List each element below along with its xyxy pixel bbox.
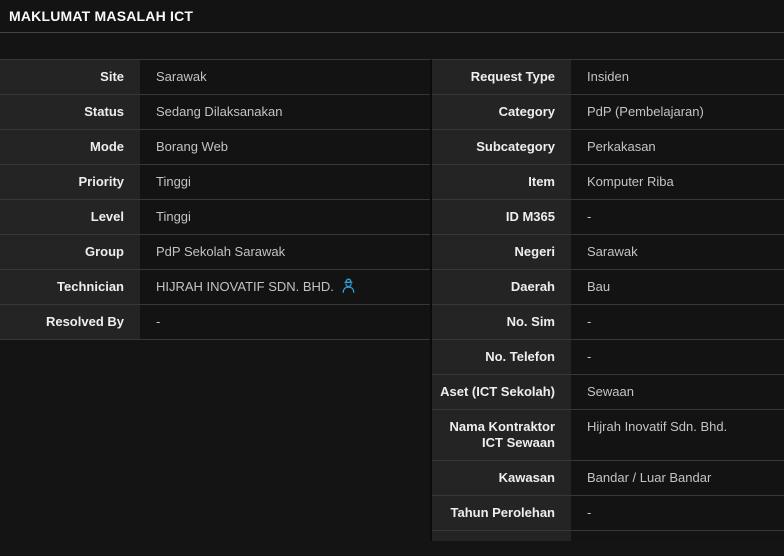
partial-row (432, 531, 784, 541)
field-value: Sarawak (156, 69, 207, 85)
field-label: Level (0, 200, 140, 234)
field-value: HIJRAH INOVATIF SDN. BHD. (156, 279, 334, 295)
table-row: Nama Kontraktor ICT Sewaan Hijrah Inovat… (432, 410, 784, 461)
field-label: Nama Kontraktor ICT Sewaan (432, 410, 571, 460)
field-label: Status (0, 95, 140, 129)
field-label: Daerah (432, 270, 571, 304)
field-value-cell: - (571, 200, 784, 234)
field-value-cell: Perkakasan (571, 130, 784, 164)
field-label: No. Sim (432, 305, 571, 339)
table-row: Group PdP Sekolah Sarawak (0, 235, 430, 270)
field-value-cell: Bau (571, 270, 784, 304)
table-row: Resolved By - (0, 305, 430, 340)
field-value-cell: Sarawak (571, 235, 784, 269)
field-value-cell: - (571, 340, 784, 374)
field-value: - (156, 314, 160, 330)
field-value: Insiden (587, 69, 629, 85)
details-table-right: Request Type Insiden Category PdP (Pembe… (430, 59, 784, 541)
field-value: - (587, 209, 591, 225)
partial-label-cell (432, 531, 571, 541)
table-row: Aset (ICT Sekolah) Sewaan (432, 375, 784, 410)
table-row: Level Tinggi (0, 200, 430, 235)
field-value-cell: Sedang Dilaksanakan (140, 95, 430, 129)
field-value: Hijrah Inovatif Sdn. Bhd. (587, 419, 727, 435)
table-row: Tahun Perolehan - (432, 496, 784, 531)
field-value: Komputer Riba (587, 174, 674, 190)
field-value-cell: - (571, 305, 784, 339)
field-value-cell: Insiden (571, 60, 784, 94)
field-label: Kawasan (432, 461, 571, 495)
table-row: Site Sarawak (0, 60, 430, 95)
field-value-cell: Tinggi (140, 165, 430, 199)
table-row: Category PdP (Pembelajaran) (432, 95, 784, 130)
field-label: Site (0, 60, 140, 94)
field-value: Bau (587, 279, 610, 295)
field-label: Aset (ICT Sekolah) (432, 375, 571, 409)
field-value: - (587, 505, 591, 521)
table-row: Daerah Bau (432, 270, 784, 305)
table-row: Request Type Insiden (432, 60, 784, 95)
ict-problem-info-panel: MAKLUMAT MASALAH ICT Site Sarawak Status… (0, 0, 784, 541)
field-value: Perkakasan (587, 139, 656, 155)
table-row: Subcategory Perkakasan (432, 130, 784, 165)
table-row: No. Telefon - (432, 340, 784, 375)
field-label: Request Type (432, 60, 571, 94)
field-label: No. Telefon (432, 340, 571, 374)
field-value: Sedang Dilaksanakan (156, 104, 282, 120)
field-value: PdP Sekolah Sarawak (156, 244, 285, 260)
table-row: Mode Borang Web (0, 130, 430, 165)
table-row: Kawasan Bandar / Luar Bandar (432, 461, 784, 496)
section-header: MAKLUMAT MASALAH ICT (0, 0, 784, 33)
field-value: Sewaan (587, 384, 634, 400)
field-value: Tinggi (156, 174, 191, 190)
technician-person-icon[interactable] (341, 278, 356, 294)
field-value: Bandar / Luar Bandar (587, 470, 711, 486)
field-label: Tahun Perolehan (432, 496, 571, 530)
table-row: Status Sedang Dilaksanakan (0, 95, 430, 130)
field-value-cell: Borang Web (140, 130, 430, 164)
field-value: Borang Web (156, 139, 228, 155)
field-label: Group (0, 235, 140, 269)
field-value-cell: - (571, 496, 784, 530)
field-value: - (587, 314, 591, 330)
details-tables: Site Sarawak Status Sedang Dilaksanakan … (0, 59, 784, 541)
field-label: Mode (0, 130, 140, 164)
table-row: ID M365 - (432, 200, 784, 235)
field-value: PdP (Pembelajaran) (587, 104, 704, 120)
field-value-cell: PdP Sekolah Sarawak (140, 235, 430, 269)
table-row: Technician HIJRAH INOVATIF SDN. BHD. (0, 270, 430, 305)
field-value: Tinggi (156, 209, 191, 225)
field-value-cell: Sarawak (140, 60, 430, 94)
field-value: Sarawak (587, 244, 638, 260)
field-value-cell: - (140, 305, 430, 339)
field-value-cell: Bandar / Luar Bandar (571, 461, 784, 495)
table-row: Item Komputer Riba (432, 165, 784, 200)
field-label: ID M365 (432, 200, 571, 234)
field-value-cell: PdP (Pembelajaran) (571, 95, 784, 129)
field-label: Technician (0, 270, 140, 304)
field-value-cell: Sewaan (571, 375, 784, 409)
field-label: Negeri (432, 235, 571, 269)
field-label: Category (432, 95, 571, 129)
field-label: Item (432, 165, 571, 199)
field-value-cell: Hijrah Inovatif Sdn. Bhd. (571, 410, 784, 460)
field-label: Resolved By (0, 305, 140, 339)
table-row: No. Sim - (432, 305, 784, 340)
field-value-cell: Tinggi (140, 200, 430, 234)
partial-value-cell (571, 531, 784, 541)
page-title: MAKLUMAT MASALAH ICT (9, 8, 193, 24)
details-table-left: Site Sarawak Status Sedang Dilaksanakan … (0, 59, 430, 340)
table-row: Negeri Sarawak (432, 235, 784, 270)
field-value-cell: HIJRAH INOVATIF SDN. BHD. (140, 270, 430, 304)
field-value-cell: Komputer Riba (571, 165, 784, 199)
field-label: Priority (0, 165, 140, 199)
table-row: Priority Tinggi (0, 165, 430, 200)
field-label: Subcategory (432, 130, 571, 164)
field-value: - (587, 349, 591, 365)
